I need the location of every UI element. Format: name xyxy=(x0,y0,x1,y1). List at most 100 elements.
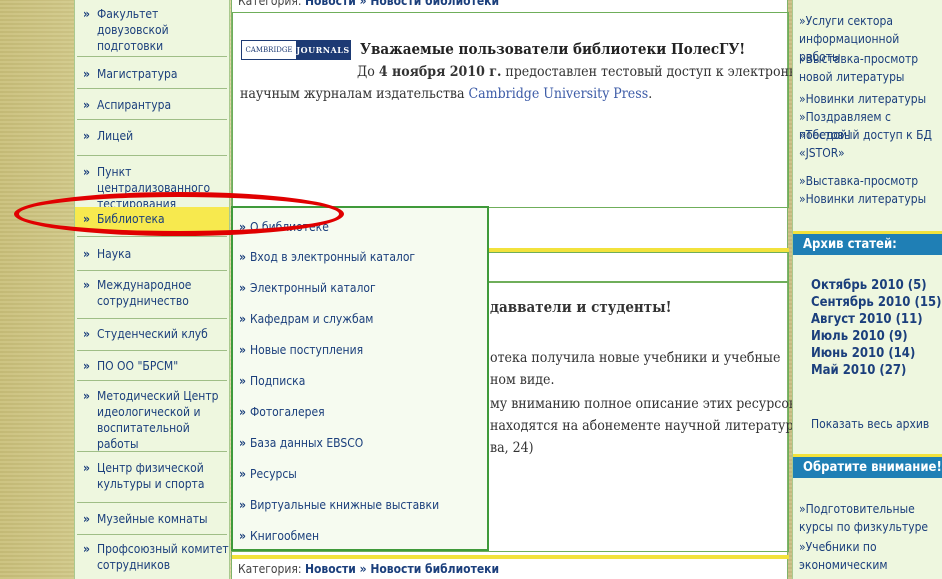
nav-item-masters[interactable]: » Магистратура xyxy=(75,66,229,82)
bullet-icon: » xyxy=(83,7,90,21)
news1-text: До 4 ноября 2010 г. предоставлен тестовы… xyxy=(357,64,818,80)
submenu-item-virtual-exhibitions[interactable]: » Виртуальные книжные выставки xyxy=(233,490,487,520)
nav-item-pre-university[interactable]: » Факультет довузовской подготовки xyxy=(75,6,229,54)
news2-text: ва, 24) xyxy=(490,440,534,456)
submenu-item-subscription[interactable]: » Подписка xyxy=(233,366,487,396)
archive-link[interactable]: Июль 2010 (9) xyxy=(811,328,908,345)
divider xyxy=(77,502,227,503)
nav-item-trade-union[interactable]: » Профсоюзный комитет сотрудников xyxy=(75,541,229,573)
cambridge-link[interactable]: Cambridge University Press xyxy=(469,86,649,102)
nav-item-international[interactable]: » Международное сотрудничество xyxy=(75,277,229,309)
bullet-icon: » xyxy=(83,512,90,526)
bullet-icon: » xyxy=(83,129,90,143)
news2-text: му вниманию полное описание этих ресурсо… xyxy=(490,396,800,412)
right-link[interactable]: »Выставка-просмотр новой литературы xyxy=(799,50,941,86)
archive-header: Архив статей: xyxy=(793,231,942,255)
submenu-item-e-catalog[interactable]: » Электронный каталог xyxy=(233,273,487,303)
nav-item-label: Лицей xyxy=(97,129,134,143)
bullet-icon: » xyxy=(239,436,246,450)
submenu-item-book-exchange[interactable]: » Книгообмен xyxy=(233,521,487,551)
bullet-icon: » xyxy=(239,250,246,264)
nav-item-label: Международное сотрудничество xyxy=(97,278,192,308)
left-sidebar: » Факультет довузовской подготовки » Маг… xyxy=(74,0,230,579)
news1-category: Категория: Новости » Новости библиотеки xyxy=(238,0,499,8)
bullet-icon: » xyxy=(83,542,90,556)
bullet-icon: » xyxy=(239,467,246,481)
submenu-item-catalog-login[interactable]: » Вход в электронный каталог xyxy=(233,242,487,272)
right-sidebar: »Услуги сектора информационной работы »В… xyxy=(792,0,942,579)
divider xyxy=(77,451,227,452)
bullet-icon: » xyxy=(83,359,90,373)
news3-header-bar xyxy=(232,555,789,559)
attention-link[interactable]: »Подготовительные курсы по физкультуре xyxy=(799,500,941,536)
library-submenu: » О библиотеке » Вход в электронный катало… xyxy=(231,206,489,551)
nav-item-lyceum[interactable]: » Лицей xyxy=(75,128,229,144)
bullet-icon: » xyxy=(83,461,90,475)
news2-text: ном виде. xyxy=(490,372,555,388)
nav-item-label: Центр физической культуры и спорта xyxy=(97,461,205,491)
divider xyxy=(77,380,227,381)
news2-text: отека получила новые учебники и учебные xyxy=(490,350,781,366)
submenu-item-new-arrivals[interactable]: » Новые поступления xyxy=(233,335,487,365)
news1-text: научным журналам издательства Cambridge … xyxy=(240,86,653,102)
news3-category: Категория: Новости » Новости библиотеки xyxy=(238,562,500,576)
nav-item-student-club[interactable]: » Студенческий клуб xyxy=(75,326,229,342)
nav-item-label: Магистратура xyxy=(97,67,178,81)
archive-link[interactable]: Октябрь 2010 (5) xyxy=(811,277,927,294)
nav-item-sports-center[interactable]: » Центр физической культуры и спорта xyxy=(75,460,229,492)
divider xyxy=(77,155,227,156)
submenu-item-gallery[interactable]: » Фотогалерея xyxy=(233,397,487,427)
bullet-icon: » xyxy=(83,247,90,261)
attention-link[interactable]: »Учебники по экономическим xyxy=(799,538,941,574)
nav-item-museum[interactable]: » Музейные комнаты xyxy=(75,511,229,527)
nav-item-label: ПО ОО "БРСМ" xyxy=(97,359,179,373)
right-link[interactable]: »Новинки литературы xyxy=(799,90,941,108)
archive-link[interactable]: Май 2010 (27) xyxy=(811,362,906,379)
red-highlight-ellipse xyxy=(14,192,344,236)
nav-item-postgraduate[interactable]: » Аспирантура xyxy=(75,97,229,113)
bullet-icon: » xyxy=(239,529,246,543)
divider xyxy=(77,88,227,89)
nav-item-label: Музейные комнаты xyxy=(97,512,208,526)
divider xyxy=(77,350,227,351)
cambridge-journals-logo: CAMBRIDGE JOURNALS xyxy=(241,40,351,60)
submenu-item-departments[interactable]: » Кафедрам и службам xyxy=(233,304,487,334)
nav-item-science[interactable]: » Наука xyxy=(75,246,229,262)
bullet-icon: » xyxy=(239,374,246,388)
archive-link[interactable]: Август 2010 (11) xyxy=(811,311,923,328)
bullet-icon: » xyxy=(83,98,90,112)
submenu-item-ebsco[interactable]: » База данных EBSCO xyxy=(233,428,487,458)
right-link[interactable]: »Новинки литературы xyxy=(799,190,941,208)
archive-link[interactable]: Сентябрь 2010 (15) xyxy=(811,294,941,311)
news2-text: находятся на абонементе научной литерату… xyxy=(490,418,804,434)
bullet-icon: » xyxy=(83,67,90,81)
bullet-icon: » xyxy=(239,405,246,419)
bullet-icon: » xyxy=(239,281,246,295)
right-link[interactable]: »Тестовый доступ к БД «JSTOR» xyxy=(799,126,941,162)
show-all-archive-link[interactable]: Показать весь архив xyxy=(811,417,929,431)
divider xyxy=(77,318,227,319)
bullet-icon: » xyxy=(83,327,90,341)
submenu-item-resources[interactable]: » Ресурсы xyxy=(233,459,487,489)
nav-item-label: Факультет довузовской подготовки xyxy=(97,7,169,53)
news1-title: Уважаемые пользователи библиотеки ПолесГ… xyxy=(360,40,746,58)
divider xyxy=(77,534,227,535)
news2-title: давватели и студенты! xyxy=(490,298,672,316)
divider xyxy=(77,270,227,271)
bullet-icon: » xyxy=(239,343,246,357)
nav-item-methodical-center[interactable]: » Методический Центр идеологической и во… xyxy=(75,388,229,452)
bullet-icon: » xyxy=(239,312,246,326)
nav-item-label: Студенческий клуб xyxy=(97,327,208,341)
nav-item-label: Методический Центр идеологической и восп… xyxy=(97,389,219,451)
right-link[interactable]: »Выставка-просмотр xyxy=(799,172,941,190)
divider xyxy=(77,236,227,237)
bullet-icon: » xyxy=(83,278,90,292)
divider xyxy=(77,119,227,120)
nav-item-label: Профсоюзный комитет сотрудников xyxy=(97,542,229,572)
archive-link[interactable]: Июнь 2010 (14) xyxy=(811,345,915,362)
bullet-icon: » xyxy=(83,165,90,179)
nav-item-brsm[interactable]: » ПО ОО "БРСМ" xyxy=(75,358,229,374)
news3-category-link[interactable]: Новости » Новости библиотеки xyxy=(305,562,499,576)
nav-item-label: Аспирантура xyxy=(97,98,172,112)
news1-category-link[interactable]: Новости » Новости библиотеки xyxy=(305,0,499,8)
